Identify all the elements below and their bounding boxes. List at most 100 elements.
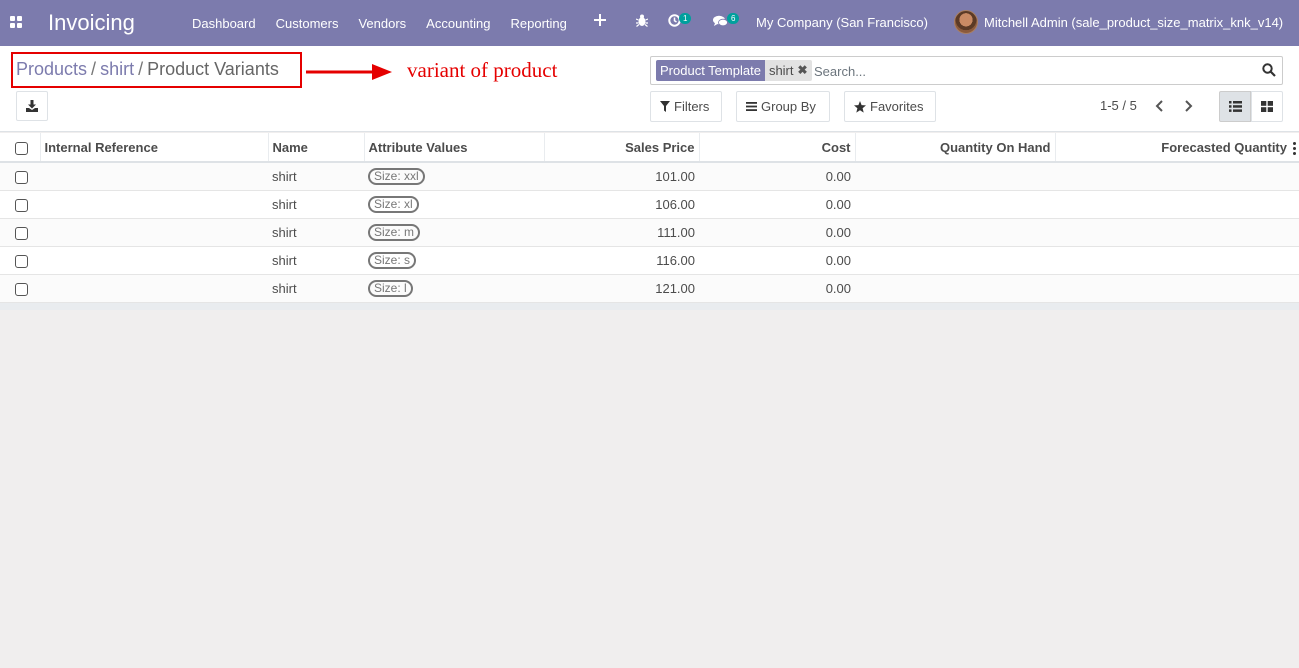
cell-attribute-values[interactable]: Size: xxl <box>364 162 544 191</box>
messages-count-badge: 6 <box>727 13 740 24</box>
column-header-cost[interactable]: Cost <box>698 133 855 163</box>
export-button[interactable] <box>16 91 48 121</box>
cell-internal-reference[interactable] <box>40 190 268 219</box>
cell-name[interactable]: shirt <box>268 218 364 247</box>
cell-forecasted-quantity[interactable] <box>1055 274 1299 303</box>
menu-item-accounting[interactable]: Accounting <box>416 16 500 31</box>
cell-sales-price[interactable]: 106.00 <box>544 190 699 219</box>
column-header-name[interactable]: Name <box>267 133 364 163</box>
cell-quantity-on-hand[interactable] <box>855 162 1055 191</box>
filter-icon <box>660 101 670 112</box>
row-checkbox-cell[interactable] <box>0 246 40 275</box>
annotation-arrow-icon <box>306 64 392 80</box>
row-checkbox[interactable] <box>15 198 28 212</box>
kanban-view-icon <box>1261 101 1273 112</box>
cell-sales-price[interactable]: 116.00 <box>544 246 699 275</box>
favorites-button[interactable]: Favorites <box>844 91 936 122</box>
column-header-sales-price[interactable]: Sales Price <box>543 133 699 163</box>
cell-forecasted-quantity[interactable] <box>1055 190 1299 219</box>
row-checkbox[interactable] <box>15 254 28 268</box>
cell-cost[interactable]: 0.00 <box>699 274 855 303</box>
app-brand[interactable]: Invoicing <box>48 10 135 36</box>
select-all-checkbox[interactable] <box>15 141 28 155</box>
column-header-forecasted-quantity-cell[interactable]: Forecasted Quantity <box>1054 133 1299 163</box>
table-row[interactable]: shirt Size: xxl 101.00 0.00 <box>0 162 1299 191</box>
user-avatar[interactable] <box>954 10 978 34</box>
column-header-forecasted-quantity[interactable]: Forecasted Quantity <box>1161 140 1287 155</box>
user-menu[interactable]: Mitchell Admin (sale_product_size_matrix… <box>984 15 1283 30</box>
pager-previous-icon[interactable] <box>1152 97 1168 115</box>
cell-forecasted-quantity[interactable] <box>1055 218 1299 247</box>
column-header-internal-reference[interactable]: Internal Reference <box>39 133 268 163</box>
apps-menu-icon[interactable] <box>10 16 22 28</box>
row-checkbox[interactable] <box>15 282 28 296</box>
cell-sales-price[interactable]: 101.00 <box>544 162 699 191</box>
cell-internal-reference[interactable] <box>40 162 268 191</box>
search-icon[interactable] <box>1262 63 1276 77</box>
breadcrumb-item-products[interactable]: Products <box>16 59 87 79</box>
group-by-button[interactable]: Group By <box>736 91 830 122</box>
row-checkbox-cell[interactable] <box>0 162 40 191</box>
kanban-view-button[interactable] <box>1251 91 1283 122</box>
column-header-quantity-on-hand[interactable]: Quantity On Hand <box>854 133 1055 163</box>
menu-item-vendors[interactable]: Vendors <box>348 16 416 31</box>
cell-sales-price[interactable]: 111.00 <box>544 218 699 247</box>
search-input[interactable] <box>814 61 1254 81</box>
cell-cost[interactable]: 0.00 <box>699 162 855 191</box>
row-checkbox-cell[interactable] <box>0 274 40 303</box>
cell-quantity-on-hand[interactable] <box>855 246 1055 275</box>
column-header-attribute-values[interactable]: Attribute Values <box>363 133 544 163</box>
cell-sales-price[interactable]: 121.00 <box>544 274 699 303</box>
facet-remove-icon[interactable]: ✖ <box>797 60 812 81</box>
cell-cost[interactable]: 0.00 <box>699 190 855 219</box>
row-checkbox-cell[interactable] <box>0 218 40 247</box>
messages-icon[interactable] <box>713 15 728 31</box>
cell-name[interactable]: shirt <box>268 274 364 303</box>
star-icon <box>854 100 866 113</box>
cell-name[interactable]: shirt <box>268 162 364 191</box>
table-row[interactable]: shirt Size: xl 106.00 0.00 <box>0 190 1299 219</box>
cell-attribute-values[interactable]: Size: m <box>364 218 544 247</box>
group-by-label: Group By <box>761 99 816 114</box>
cell-internal-reference[interactable] <box>40 218 268 247</box>
table-row[interactable]: shirt Size: s 116.00 0.00 <box>0 246 1299 275</box>
table-row[interactable]: shirt Size: m 111.00 0.00 <box>0 218 1299 247</box>
menu-item-reporting[interactable]: Reporting <box>501 16 577 31</box>
row-checkbox-cell[interactable] <box>0 190 40 219</box>
select-all-checkbox-cell[interactable] <box>0 133 40 163</box>
filters-button[interactable]: Filters <box>650 91 722 122</box>
attribute-tag: Size: s <box>368 251 417 269</box>
table-row[interactable]: shirt Size: l 121.00 0.00 <box>0 274 1299 303</box>
cell-name[interactable]: shirt <box>268 190 364 219</box>
cell-attribute-values[interactable]: Size: l <box>364 274 544 303</box>
bars-icon <box>746 102 757 111</box>
cell-cost[interactable]: 0.00 <box>699 218 855 247</box>
control-panel: Products / shirt / Product Variants variant … <box>0 46 1299 132</box>
cell-attribute-values[interactable]: Size: xl <box>364 190 544 219</box>
breadcrumb-item-shirt[interactable]: shirt <box>100 59 134 79</box>
list-view-button[interactable] <box>1219 91 1251 122</box>
row-checkbox[interactable] <box>15 170 28 184</box>
cell-forecasted-quantity[interactable] <box>1055 246 1299 275</box>
facet-value: shirt <box>764 60 798 81</box>
cell-cost[interactable]: 0.00 <box>699 246 855 275</box>
cell-name[interactable]: shirt <box>268 246 364 275</box>
list-view: Internal Reference Name Attribute Values… <box>0 133 1299 310</box>
bug-icon[interactable] <box>635 14 649 30</box>
cell-quantity-on-hand[interactable] <box>855 190 1055 219</box>
pager-value[interactable]: 1-5 / 5 <box>1100 98 1137 113</box>
row-checkbox[interactable] <box>15 226 28 240</box>
cell-forecasted-quantity[interactable] <box>1055 162 1299 191</box>
cell-quantity-on-hand[interactable] <box>855 218 1055 247</box>
cell-quantity-on-hand[interactable] <box>855 274 1055 303</box>
menu-item-customers[interactable]: Customers <box>266 16 349 31</box>
filters-label: Filters <box>674 99 710 114</box>
pager-next-icon[interactable] <box>1180 97 1196 115</box>
cell-internal-reference[interactable] <box>40 274 268 303</box>
optional-columns-icon[interactable] <box>1293 141 1296 155</box>
menu-item-dashboard[interactable]: Dashboard <box>182 16 266 31</box>
company-switcher[interactable]: My Company (San Francisco) <box>756 15 928 30</box>
cell-internal-reference[interactable] <box>40 246 268 275</box>
plus-icon[interactable] <box>594 13 606 29</box>
cell-attribute-values[interactable]: Size: s <box>364 246 544 275</box>
